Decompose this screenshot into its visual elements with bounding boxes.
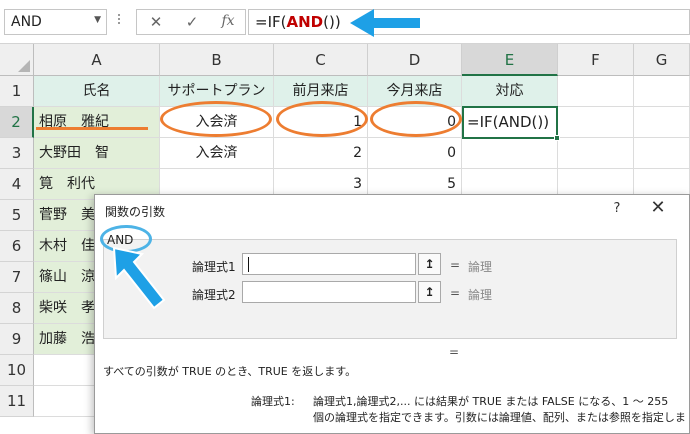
grip-dots-icon[interactable] [116, 12, 122, 32]
row-header-5[interactable]: 5 [0, 200, 34, 231]
row-header-1[interactable]: 1 [0, 76, 34, 107]
row-header-2[interactable]: 2 [0, 107, 34, 138]
cell-a1[interactable]: 氏名 [34, 76, 160, 107]
cell-g1[interactable] [634, 76, 690, 107]
column-header-d[interactable]: D [368, 44, 462, 76]
cell-g3[interactable] [634, 138, 690, 169]
cell-e3[interactable] [462, 138, 558, 169]
argument-help-line-2: 個の論理式を指定できます。引数には論理値、配列、または参照を指定しま [313, 411, 686, 424]
row-header-11[interactable]: 11 [0, 386, 34, 417]
annotation-oval-d2 [370, 101, 462, 137]
function-arguments-dialog: 関数の引数 ? ✕ AND 論理式1 ↥ = 論理 論理式2 ↥ = 論理 = … [94, 194, 690, 434]
annotation-arrow-left-icon [350, 9, 420, 37]
formula-input[interactable]: =IF(AND()) [248, 9, 690, 35]
function-description: すべての引数が TRUE のとき、TRUE を返します。 [103, 365, 357, 378]
row-header-9[interactable]: 9 [0, 324, 34, 355]
arguments-group: 論理式1 ↥ = 論理 論理式2 ↥ = 論理 [103, 239, 677, 339]
column-header-e[interactable]: E [462, 44, 558, 76]
annotation-arrow-up-left-icon [112, 246, 166, 310]
column-header-a[interactable]: A [34, 44, 160, 76]
row-header-10[interactable]: 10 [0, 355, 34, 386]
cell-f3[interactable] [558, 138, 634, 169]
cell-e1[interactable]: 対応 [462, 76, 558, 107]
collapse-dialog-icon[interactable]: ↥ [418, 281, 441, 303]
formula-result-equals: = [449, 345, 460, 359]
formula-bar-area: AND ▼ ✕ ✓ fx =IF(AND()) [0, 0, 690, 44]
formula-buttons: ✕ ✓ fx [136, 9, 246, 35]
cell-f1[interactable] [558, 76, 634, 107]
column-header-c[interactable]: C [274, 44, 368, 76]
argument-help-label: 論理式1: [251, 395, 295, 408]
arg1-label: 論理式1 [192, 260, 236, 274]
cell-d3[interactable]: 0 [368, 138, 462, 169]
arg2-label: 論理式2 [192, 288, 236, 302]
arg2-equals: = [450, 286, 461, 300]
chevron-down-icon[interactable]: ▼ [94, 15, 101, 25]
arg1-result: 論理 [468, 260, 493, 274]
insert-function-icon[interactable]: fx [217, 13, 239, 31]
dialog-title: 関数の引数 [105, 205, 166, 219]
text-caret [248, 257, 249, 272]
argument-help-line-1: 論理式1,論理式2,... には結果が TRUE または FALSE になる、1… [313, 395, 669, 408]
cell-e2-active[interactable]: =IF(AND()) [462, 106, 560, 141]
row-header-3[interactable]: 3 [0, 138, 34, 169]
formula-text: =IF(AND()) [255, 13, 341, 31]
cell-g2[interactable] [634, 107, 690, 138]
column-header-f[interactable]: F [558, 44, 634, 76]
cell-f2[interactable] [558, 107, 634, 138]
close-icon[interactable]: ✕ [648, 197, 668, 218]
annotation-oval-c2 [276, 101, 368, 137]
cell-a3[interactable]: 大野田 智 [34, 138, 160, 169]
row-header-6[interactable]: 6 [0, 231, 34, 262]
arg1-equals: = [450, 258, 461, 272]
fill-handle[interactable] [554, 135, 560, 141]
cell-a2[interactable]: 相原 雅紀 [34, 107, 160, 138]
enter-icon[interactable]: ✓ [181, 13, 203, 31]
arg1-input[interactable] [242, 253, 416, 275]
name-box-value: AND [11, 14, 42, 30]
cell-c3[interactable]: 2 [274, 138, 368, 169]
cancel-icon[interactable]: ✕ [145, 13, 167, 31]
collapse-dialog-icon[interactable]: ↥ [418, 253, 441, 275]
annotation-oval-b2 [160, 101, 272, 137]
name-box[interactable]: AND ▼ [4, 9, 107, 35]
cell-b3[interactable]: 入会済 [160, 138, 274, 169]
select-all-corner[interactable] [0, 44, 34, 76]
arg2-result: 論理 [468, 288, 493, 302]
column-header-g[interactable]: G [634, 44, 690, 76]
formula-function-name: AND [286, 13, 324, 31]
column-header-b[interactable]: B [160, 44, 274, 76]
cell-e2-formula: =IF(AND()) [467, 113, 550, 131]
help-icon[interactable]: ? [609, 201, 625, 216]
row-header-8[interactable]: 8 [0, 293, 34, 324]
row-header-4[interactable]: 4 [0, 169, 34, 200]
row-header-7[interactable]: 7 [0, 262, 34, 293]
annotation-underline-a2 [36, 127, 148, 130]
arg2-input[interactable] [242, 281, 416, 303]
